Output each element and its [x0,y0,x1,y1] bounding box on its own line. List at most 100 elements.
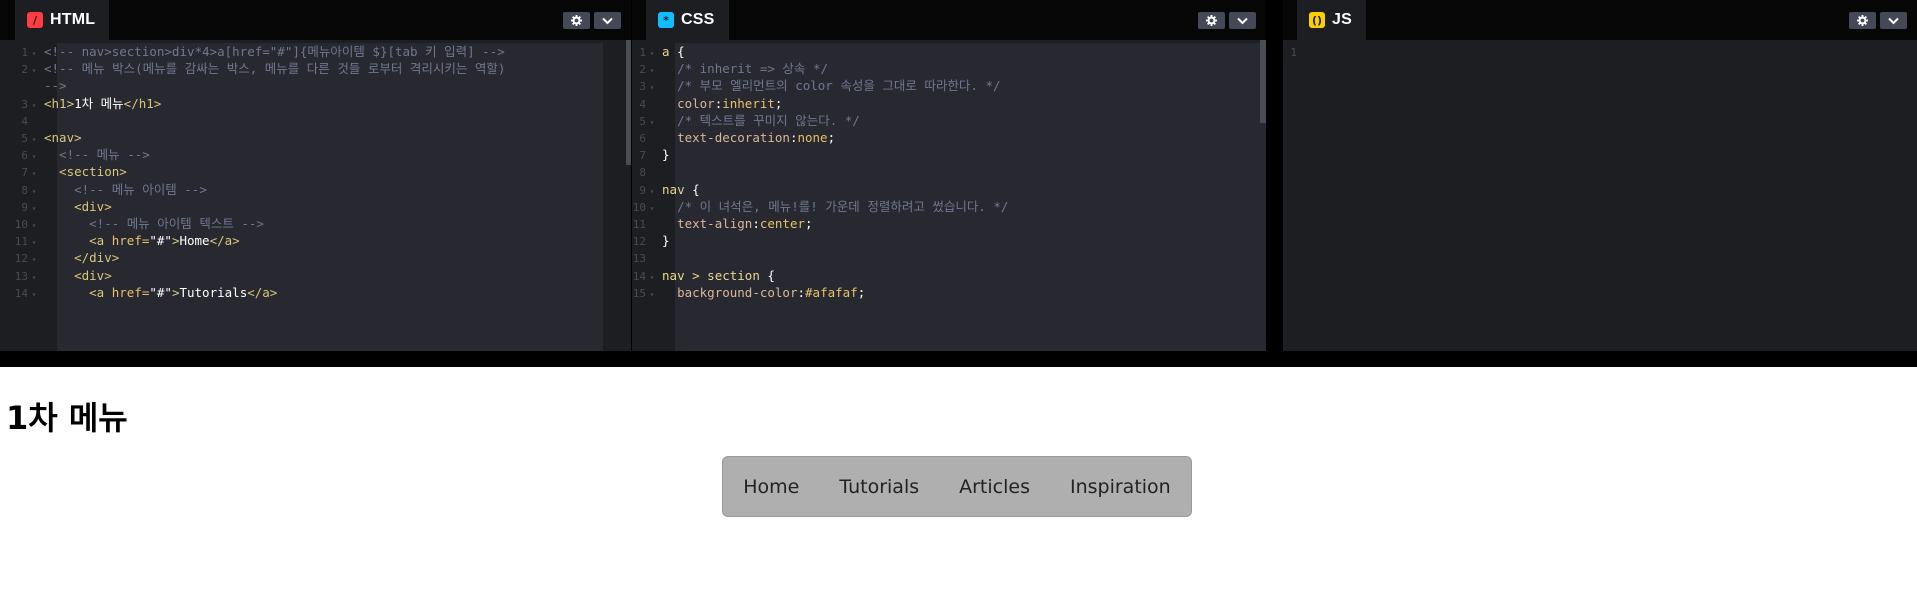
line-number: 1 [1290,46,1297,59]
line-number: 14 [14,286,28,300]
code-token: 1차 메뉴 [74,95,124,111]
js-code-line: 1 [1283,43,1313,60]
css-tab[interactable]: * CSS [646,0,729,40]
code-text: a { [662,43,685,60]
code-token: </div> [44,250,120,266]
html-code-line: 2 ▾ <!-- 메뉴 박스(메뉴를 감싸는 박스, 메뉴를 다른 것들 로부터 격… [0,60,505,77]
html-settings-button[interactable] [563,12,591,29]
code-token: center [759,216,806,231]
html-code-line: 4 [0,112,44,129]
line-number: 1 [21,46,28,59]
css-code-line: 15 ▾ background-color:#afafaf; [632,284,865,301]
line-number: 2 [21,63,28,77]
code-token: ; [857,284,866,300]
code-text: /* inherit => 상속 */ [662,60,828,77]
line-number: 13 [14,269,28,283]
code-token: } [662,233,670,249]
code-text: } [662,232,670,249]
js-collapse-button[interactable] [1879,12,1907,29]
chevron-down-icon [1888,17,1899,24]
code-token: <div> [44,267,112,283]
code-text: /* 이 녀석은, 메뉴!를! 가운데 정렬하려고 썼습니다. */ [662,198,1008,215]
menu-item-articles[interactable]: Articles [939,476,1050,498]
html-code-line: 3 ▾ <h1>1차 메뉴</h1> [0,95,161,112]
code-token: nav [662,181,685,197]
html-code-area[interactable]: 1 ▾ <!-- nav>section>div*4>a[href="#"]{메뉴아… [0,40,632,351]
code-text: <a href="#">Tutorials</a> [44,284,277,301]
code-token: </a> [247,284,278,300]
code-token: "#" [149,233,172,249]
css-code-line: 14 ▾ nav > section { [632,267,775,284]
html-code-line: 11 ▾ <a href="#">Home</a> [0,232,240,249]
css-editor-panel: * CSS 1 ▾ a {2 ▾ /* inherit => 상속 */3 ▾ /* 부… [632,0,1266,351]
line-number: 3 [639,80,647,94]
code-token: text-align [662,216,753,231]
css-collapse-button[interactable] [1229,12,1256,29]
css-settings-button[interactable] [1198,12,1225,29]
code-token: <!-- nav>section>div*4>a[href="#"]{메뉴아이템… [44,44,505,59]
css-tab-label: CSS [681,11,715,28]
code-text: nav > section { [662,267,775,284]
css-code-line: 3 ▾ /* 부모 엘리먼트의 color 속성을 그대로 따라한다. */ [632,77,1001,94]
line-number: 12 [632,235,647,249]
line-number: 11 [632,218,647,231]
code-token: /* 텍스트를 꾸미지 않는다. */ [662,112,860,128]
css-code-area[interactable]: 1 ▾ a {2 ▾ /* inherit => 상속 */3 ▾ /* 부모 엘리먼트… [632,40,1266,351]
code-token: /* 부모 엘리먼트의 color 속성을 그대로 따라한다. */ [662,78,1001,94]
html-collapse-button[interactable] [594,12,622,29]
css-code-line: 4 color:inherit; [632,95,782,112]
html-scrollbar[interactable] [626,40,632,165]
chevron-down-icon [1237,17,1248,24]
line-number: 2 [639,63,647,77]
fold-arrow-icon[interactable]: ▾ [28,286,40,303]
html-code-line: 14 ▾ <a href="#">Tutorials</a> [0,284,278,303]
line-number: 8 [21,183,28,197]
css-code-line: 12} [632,232,670,249]
js-tab-label: JS [1332,11,1352,28]
code-text: background-color:#afafaf; [662,284,865,301]
js-code-area[interactable]: 1 [1283,40,1917,351]
code-text: } [662,146,670,163]
menu-item-inspiration[interactable]: Inspiration [1050,476,1191,498]
code-text: color:inherit; [662,95,782,112]
css-scrollbar[interactable] [1260,40,1266,123]
line-number: 12 [14,252,28,266]
html-code-line: 6 ▾ <!-- 메뉴 --> [0,146,149,163]
code-token: <h1> [44,95,75,111]
code-token: <section> [44,164,127,180]
code-text: <div> [44,267,112,284]
code-text: --> [44,77,67,94]
fold-arrow-icon[interactable]: ▾ [646,286,658,303]
line-number: 14 [632,269,647,283]
code-token: inherit [722,95,775,111]
menu-item-home[interactable]: Home [723,476,819,498]
css-code-line: 6 text-decoration:none; [632,129,835,146]
line-number: 9 [21,200,28,214]
code-token: Home [179,233,210,249]
line-number: 8 [639,166,647,180]
code-token: text-decoration [662,130,790,145]
code-token: color [662,95,715,111]
html-code-line: --> [0,77,67,94]
js-tab[interactable]: () JS [1297,0,1366,40]
line-number: 6 [21,149,28,163]
code-token: <!-- 메뉴 박스(메뉴를 감싸는 박스, 메뉴를 다른 것들 로부터 격리시… [44,61,506,77]
js-panel-header: () JS [1283,0,1917,40]
code-text: <nav> [44,129,82,146]
line-number: 4 [21,114,28,128]
html-code-line: 9 ▾ <div> [0,198,111,215]
html-tab[interactable]: / HTML [15,0,110,40]
code-token: : [797,284,806,300]
menu-item-tutorials[interactable]: Tutorials [819,476,939,498]
css-icon: * [658,12,675,28]
preview-menu-box: Home Tutorials Articles Inspiration [722,456,1192,517]
js-settings-button[interactable] [1848,12,1876,29]
css-code-line: 7} [632,146,670,163]
code-token: ; [827,130,836,145]
code-token: ; [805,216,813,231]
line-number: 5 [639,114,647,128]
js-icon: () [1309,12,1325,28]
code-token: href= [111,284,150,300]
line-number: 10 [14,218,28,231]
html-code-line: 8 ▾ <!-- 메뉴 아이템 --> [0,181,206,198]
